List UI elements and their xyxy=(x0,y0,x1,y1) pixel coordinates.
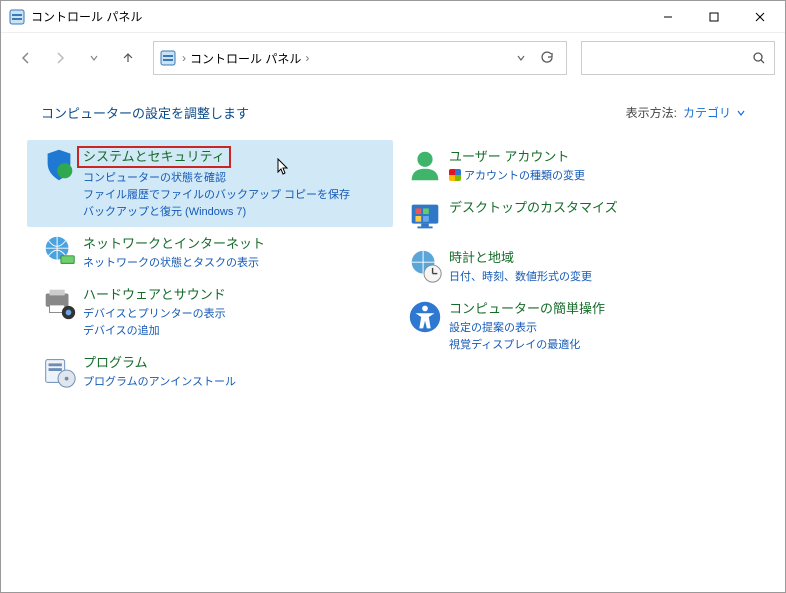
page-heading: コンピューターの設定を調整します xyxy=(41,103,626,122)
accessibility-icon xyxy=(401,298,449,354)
control-panel-window: コントロール パネル › コントロール パネル › xyxy=(0,0,786,593)
category-title[interactable]: デスクトップのカスタマイズ xyxy=(449,199,618,217)
category-hardware[interactable]: ハードウェアとサウンド デバイスとプリンターの表示 デバイスの追加 xyxy=(27,278,393,346)
search-box[interactable] xyxy=(581,41,775,75)
desktop-monitor-icon xyxy=(401,197,449,235)
category-title[interactable]: システムとセキュリティ xyxy=(79,148,229,166)
clock-globe-icon xyxy=(401,247,449,286)
category-columns: システムとセキュリティ コンピューターの状態を確認 ファイル履歴でファイルのバッ… xyxy=(27,140,759,397)
category-user-accounts[interactable]: ユーザー アカウント アカウントの種類の変更 xyxy=(393,140,759,191)
heading-row: コンピューターの設定を調整します 表示方法: カテゴリ xyxy=(27,103,759,122)
chevron-right-icon: › xyxy=(182,51,186,65)
up-button[interactable] xyxy=(113,43,143,73)
sublink[interactable]: 日付、時刻、数値形式の変更 xyxy=(449,269,751,286)
sublink[interactable]: ネットワークの状態とタスクの表示 xyxy=(83,255,385,272)
printer-camera-icon xyxy=(35,284,83,340)
breadcrumb-root[interactable]: コントロール パネル xyxy=(188,50,303,67)
sublink[interactable]: デバイスの追加 xyxy=(83,323,385,340)
category-title[interactable]: ネットワークとインターネット xyxy=(83,235,265,253)
sublink[interactable]: プログラムのアンインストール xyxy=(83,374,385,391)
chevron-right-icon: › xyxy=(305,51,309,65)
search-input[interactable] xyxy=(582,42,774,74)
view-mode-label: 表示方法: xyxy=(626,104,677,121)
sublink[interactable]: バックアップと復元 (Windows 7) xyxy=(83,204,385,221)
sublink[interactable]: アカウントの種類の変更 xyxy=(449,168,751,185)
programs-disc-icon xyxy=(35,352,83,391)
category-title[interactable]: プログラム xyxy=(83,354,148,372)
category-title[interactable]: ハードウェアとサウンド xyxy=(83,286,226,304)
category-title[interactable]: ユーザー アカウント xyxy=(449,148,569,166)
category-ease-of-access[interactable]: コンピューターの簡単操作 設定の提案の表示 視覚ディスプレイの最適化 xyxy=(393,292,759,360)
category-desktop[interactable]: デスクトップのカスタマイズ xyxy=(393,191,759,241)
window-controls xyxy=(645,2,783,32)
search-icon[interactable] xyxy=(748,47,770,69)
forward-button[interactable] xyxy=(45,43,75,73)
category-title[interactable]: 時計と地域 xyxy=(449,249,514,267)
window-title: コントロール パネル xyxy=(31,8,645,25)
control-panel-icon xyxy=(9,9,25,25)
minimize-button[interactable] xyxy=(645,2,691,32)
refresh-button[interactable] xyxy=(534,45,560,71)
view-mode-value: カテゴリ xyxy=(683,104,731,121)
recent-dropdown[interactable] xyxy=(79,43,109,73)
category-programs[interactable]: プログラム プログラムのアンインストール xyxy=(27,346,393,397)
shield-monitor-icon xyxy=(35,146,83,221)
sublink[interactable]: 設定の提案の表示 xyxy=(449,320,751,337)
right-column: ユーザー アカウント アカウントの種類の変更 デスクトップのカスタマイズ xyxy=(393,140,759,397)
category-title[interactable]: コンピューターの簡単操作 xyxy=(449,300,605,318)
address-dropdown[interactable] xyxy=(508,45,534,71)
chevron-down-icon xyxy=(737,109,745,117)
sublink[interactable]: コンピューターの状態を確認 xyxy=(83,170,385,187)
sublink[interactable]: 視覚ディスプレイの最適化 xyxy=(449,337,751,354)
view-mode-selector[interactable]: 表示方法: カテゴリ xyxy=(626,104,745,121)
globe-network-icon xyxy=(35,233,83,272)
back-button[interactable] xyxy=(11,43,41,73)
sublink[interactable]: デバイスとプリンターの表示 xyxy=(83,306,385,323)
left-column: システムとセキュリティ コンピューターの状態を確認 ファイル履歴でファイルのバッ… xyxy=(27,140,393,397)
navigation-bar: › コントロール パネル › xyxy=(1,33,785,83)
category-clock[interactable]: 時計と地域 日付、時刻、数値形式の変更 xyxy=(393,241,759,292)
sublink[interactable]: ファイル履歴でファイルのバックアップ コピーを保存 xyxy=(83,187,385,204)
category-system-security[interactable]: システムとセキュリティ コンピューターの状態を確認 ファイル履歴でファイルのバッ… xyxy=(27,140,393,227)
close-button[interactable] xyxy=(737,2,783,32)
address-icon xyxy=(160,50,176,66)
titlebar: コントロール パネル xyxy=(1,1,785,33)
address-bar[interactable]: › コントロール パネル › xyxy=(153,41,567,75)
maximize-button[interactable] xyxy=(691,2,737,32)
content-area: コンピューターの設定を調整します 表示方法: カテゴリ システムとセキュリティ xyxy=(1,83,785,592)
user-icon xyxy=(401,146,449,185)
category-network[interactable]: ネットワークとインターネット ネットワークの状態とタスクの表示 xyxy=(27,227,393,278)
